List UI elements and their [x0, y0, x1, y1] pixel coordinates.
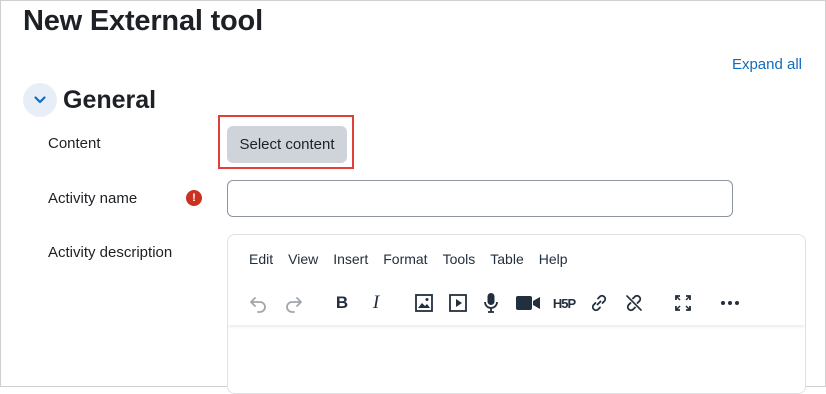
general-section-header: General: [23, 83, 156, 117]
section-title: General: [63, 85, 157, 114]
record-video-icon: [516, 296, 540, 310]
activity-name-label: Activity name: [48, 190, 138, 207]
required-icon: !: [186, 190, 202, 206]
menu-edit[interactable]: Edit: [249, 251, 273, 267]
link-icon: [591, 294, 607, 312]
media-button[interactable]: [444, 289, 472, 317]
bold-button[interactable]: B: [328, 289, 356, 317]
description-editor: Edit View Insert Format Tools Table Help…: [227, 234, 806, 394]
section-collapse-toggle[interactable]: [23, 83, 57, 117]
menu-view[interactable]: View: [288, 251, 318, 267]
unlink-icon: [626, 294, 642, 312]
bold-icon: B: [335, 293, 349, 312]
menu-format[interactable]: Format: [383, 251, 427, 267]
more-icon: [721, 301, 739, 305]
image-button[interactable]: [410, 289, 438, 317]
undo-button[interactable]: [244, 289, 272, 317]
italic-button[interactable]: I: [362, 289, 390, 317]
undo-icon: [250, 297, 266, 313]
menu-insert[interactable]: Insert: [333, 251, 368, 267]
menu-help[interactable]: Help: [539, 251, 568, 267]
activity-name-input[interactable]: [227, 180, 733, 217]
h5p-button[interactable]: H5P: [549, 289, 579, 317]
menu-table[interactable]: Table: [490, 251, 523, 267]
redo-icon: [286, 297, 302, 313]
image-icon: [415, 294, 433, 312]
editor-toolbar: B I H5P: [228, 283, 805, 325]
h5p-icon: H5P: [552, 295, 576, 311]
select-content-button[interactable]: Select content: [227, 126, 347, 163]
redo-button[interactable]: [280, 289, 308, 317]
record-audio-button[interactable]: [477, 289, 505, 317]
link-button[interactable]: [585, 289, 613, 317]
record-audio-icon: [484, 293, 498, 313]
activity-description-label: Activity description: [48, 244, 173, 261]
menu-tools[interactable]: Tools: [443, 251, 476, 267]
italic-icon: I: [372, 292, 380, 313]
page-title: New External tool: [23, 5, 263, 37]
record-video-button[interactable]: [514, 289, 542, 317]
more-button[interactable]: [716, 289, 744, 317]
content-label: Content: [48, 135, 101, 152]
editor-content-area[interactable]: [228, 327, 805, 393]
fullscreen-button[interactable]: [669, 289, 697, 317]
chevron-down-icon: [34, 96, 46, 104]
media-icon: [449, 294, 467, 312]
editor-menubar: Edit View Insert Format Tools Table Help: [228, 235, 805, 283]
unlink-button[interactable]: [620, 289, 648, 317]
expand-all-link[interactable]: Expand all: [732, 56, 802, 73]
fullscreen-icon: [675, 295, 691, 311]
